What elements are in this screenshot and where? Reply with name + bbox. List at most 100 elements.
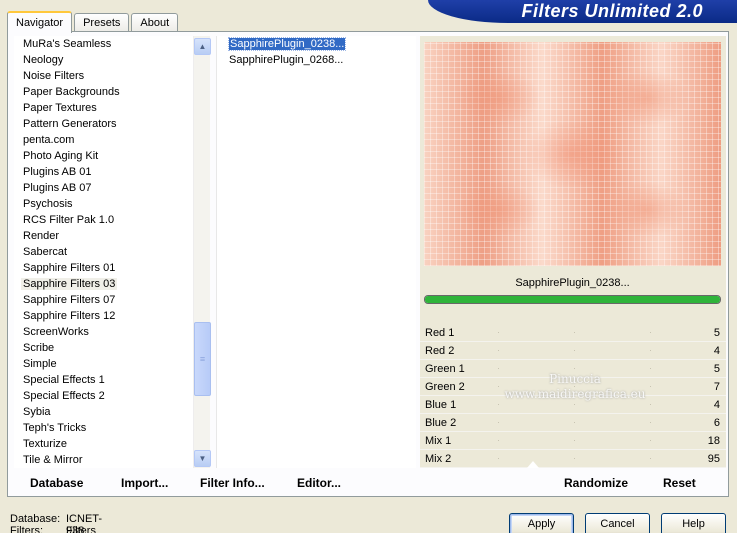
randomize-button[interactable]: Randomize [564, 473, 628, 493]
category-item[interactable]: MuRa's Seamless [14, 36, 194, 52]
filter-item-label: SapphirePlugin_0268... [229, 54, 344, 66]
tab-bar: Navigator Presets About [7, 9, 180, 33]
import-button[interactable]: Import... [121, 473, 168, 493]
tab-presets[interactable]: Presets [74, 13, 130, 32]
category-item-label: Simple [23, 358, 57, 370]
progress-fill [425, 296, 720, 303]
category-scrollbar[interactable]: ▲ ≡ ▼ [193, 36, 211, 468]
category-item-label: Teph's Tricks [23, 422, 87, 434]
category-item[interactable]: Plugins AB 07 [14, 180, 194, 196]
category-item[interactable]: penta.com [14, 132, 194, 148]
slider-caret-icon [527, 461, 539, 468]
category-item-label: ScreenWorks [23, 326, 89, 338]
filter-list[interactable]: SapphirePlugin_0238... SapphirePlugin_026… [216, 36, 416, 468]
reset-button[interactable]: Reset [663, 473, 696, 493]
watermark-line2: www.maidiregrafica.eu [504, 387, 646, 401]
filter-item[interactable]: SapphirePlugin_0238... [217, 36, 416, 52]
category-list[interactable]: MuRa's Seamless Neology Noise Filters Paper… [14, 36, 194, 468]
category-item-label: penta.com [23, 134, 75, 146]
parameter-value: 95 [707, 453, 720, 465]
apply-button[interactable]: Apply [509, 513, 574, 533]
help-button[interactable]: Help [661, 513, 726, 533]
category-item[interactable]: RCS Filter Pak 1.0 [14, 212, 194, 228]
category-item[interactable]: Teph's Tricks [14, 420, 194, 436]
parameter-value: 4 [713, 345, 720, 357]
category-item-label: Sybia [23, 406, 51, 418]
category-item[interactable]: Texturize [14, 436, 194, 452]
chevron-down-icon: ▼ [198, 454, 207, 463]
slider-tick [650, 350, 651, 351]
parameter-label: Red 1 [425, 327, 455, 339]
slider-tick [650, 440, 651, 441]
category-item[interactable]: Tile & Mirror [14, 452, 194, 468]
category-item[interactable]: Special Effects 1 [14, 372, 194, 388]
scroll-thumb[interactable]: ≡ [194, 322, 211, 396]
database-button[interactable]: Database [30, 473, 83, 493]
category-item[interactable]: Psychosis [14, 196, 194, 212]
category-item[interactable]: Sapphire Filters 01 [14, 260, 194, 276]
filter-info-button[interactable]: Filter Info... [200, 473, 265, 493]
category-item[interactable]: Sybia [14, 404, 194, 420]
category-item[interactable]: Sapphire Filters 07 [14, 292, 194, 308]
category-item[interactable]: Neology [14, 52, 194, 68]
status-database-label: Database: [10, 513, 61, 525]
slider-tick [574, 332, 575, 333]
category-item[interactable]: Paper Backgrounds [14, 84, 194, 100]
category-item[interactable]: ScreenWorks [14, 324, 194, 340]
category-item[interactable]: Sapphire Filters 03 [14, 276, 194, 292]
category-item-label: Psychosis [23, 198, 73, 210]
scroll-down-button[interactable]: ▼ [194, 450, 211, 467]
editor-button[interactable]: Editor... [297, 473, 341, 493]
category-item[interactable]: Sapphire Filters 12 [14, 308, 194, 324]
category-item[interactable]: Scribe [14, 340, 194, 356]
category-item[interactable]: Special Effects 2 [14, 388, 194, 404]
category-item[interactable]: Render [14, 228, 194, 244]
parameter-value: 5 [713, 363, 720, 375]
parameter-row[interactable]: Red 1 5 [420, 324, 726, 342]
category-item-label: Sabercat [23, 246, 68, 258]
parameter-label: Red 2 [425, 345, 455, 357]
parameter-value: 6 [713, 417, 720, 429]
category-item-label: MuRa's Seamless [23, 38, 112, 50]
app-title: Filters Unlimited 2.0 [521, 1, 703, 21]
selected-filter-name: SapphirePlugin_0238... [515, 277, 630, 289]
category-item-label: Plugins AB 07 [23, 182, 92, 194]
parameter-row[interactable]: Mix 2 95 [420, 450, 726, 468]
category-item[interactable]: Sabercat [14, 244, 194, 260]
status-database: Database: ICNET-Filters [10, 513, 102, 533]
category-item[interactable]: Noise Filters [14, 68, 194, 84]
parameter-row[interactable]: Red 2 4 [420, 342, 726, 360]
category-item[interactable]: Simple [14, 356, 194, 372]
slider-tick [574, 440, 575, 441]
tab-about[interactable]: About [131, 13, 179, 32]
parameter-row[interactable]: Mix 1 18 [420, 432, 726, 450]
category-item-label: Sapphire Filters 01 [23, 262, 116, 274]
parameter-value: 5 [713, 327, 720, 339]
slider-tick [574, 350, 575, 351]
status-filters-label: Filters: [10, 525, 43, 533]
parameter-label: Blue 1 [425, 399, 457, 411]
slider-tick [574, 458, 575, 459]
category-item-label: Sapphire Filters 12 [23, 310, 116, 322]
category-item-label: Tile & Mirror [23, 454, 83, 466]
parameter-row[interactable]: Blue 2 6 [420, 414, 726, 432]
preview-progress-bar [424, 295, 721, 304]
parameter-label: Mix 2 [425, 453, 452, 465]
scroll-up-button[interactable]: ▲ [194, 38, 211, 55]
category-item[interactable]: Pattern Generators [14, 116, 194, 132]
category-item-label: Texturize [23, 438, 68, 450]
slider-tick [650, 458, 651, 459]
cancel-button[interactable]: Cancel [585, 513, 650, 533]
category-item-label: Special Effects 2 [23, 390, 105, 402]
category-item[interactable]: Paper Textures [14, 100, 194, 116]
filter-item[interactable]: SapphirePlugin_0268... [217, 52, 416, 68]
category-item[interactable]: Plugins AB 01 [14, 164, 194, 180]
parameter-label: Green 2 [425, 381, 465, 393]
slider-tick [574, 422, 575, 423]
watermark: Pinuccia www.maidiregrafica.eu [470, 372, 680, 402]
category-item[interactable]: Photo Aging Kit [14, 148, 194, 164]
status-filters: Filters: 938 [10, 525, 84, 533]
chevron-up-icon: ▲ [198, 42, 207, 51]
slider-tick [498, 422, 499, 423]
tab-navigator[interactable]: Navigator [7, 11, 73, 33]
